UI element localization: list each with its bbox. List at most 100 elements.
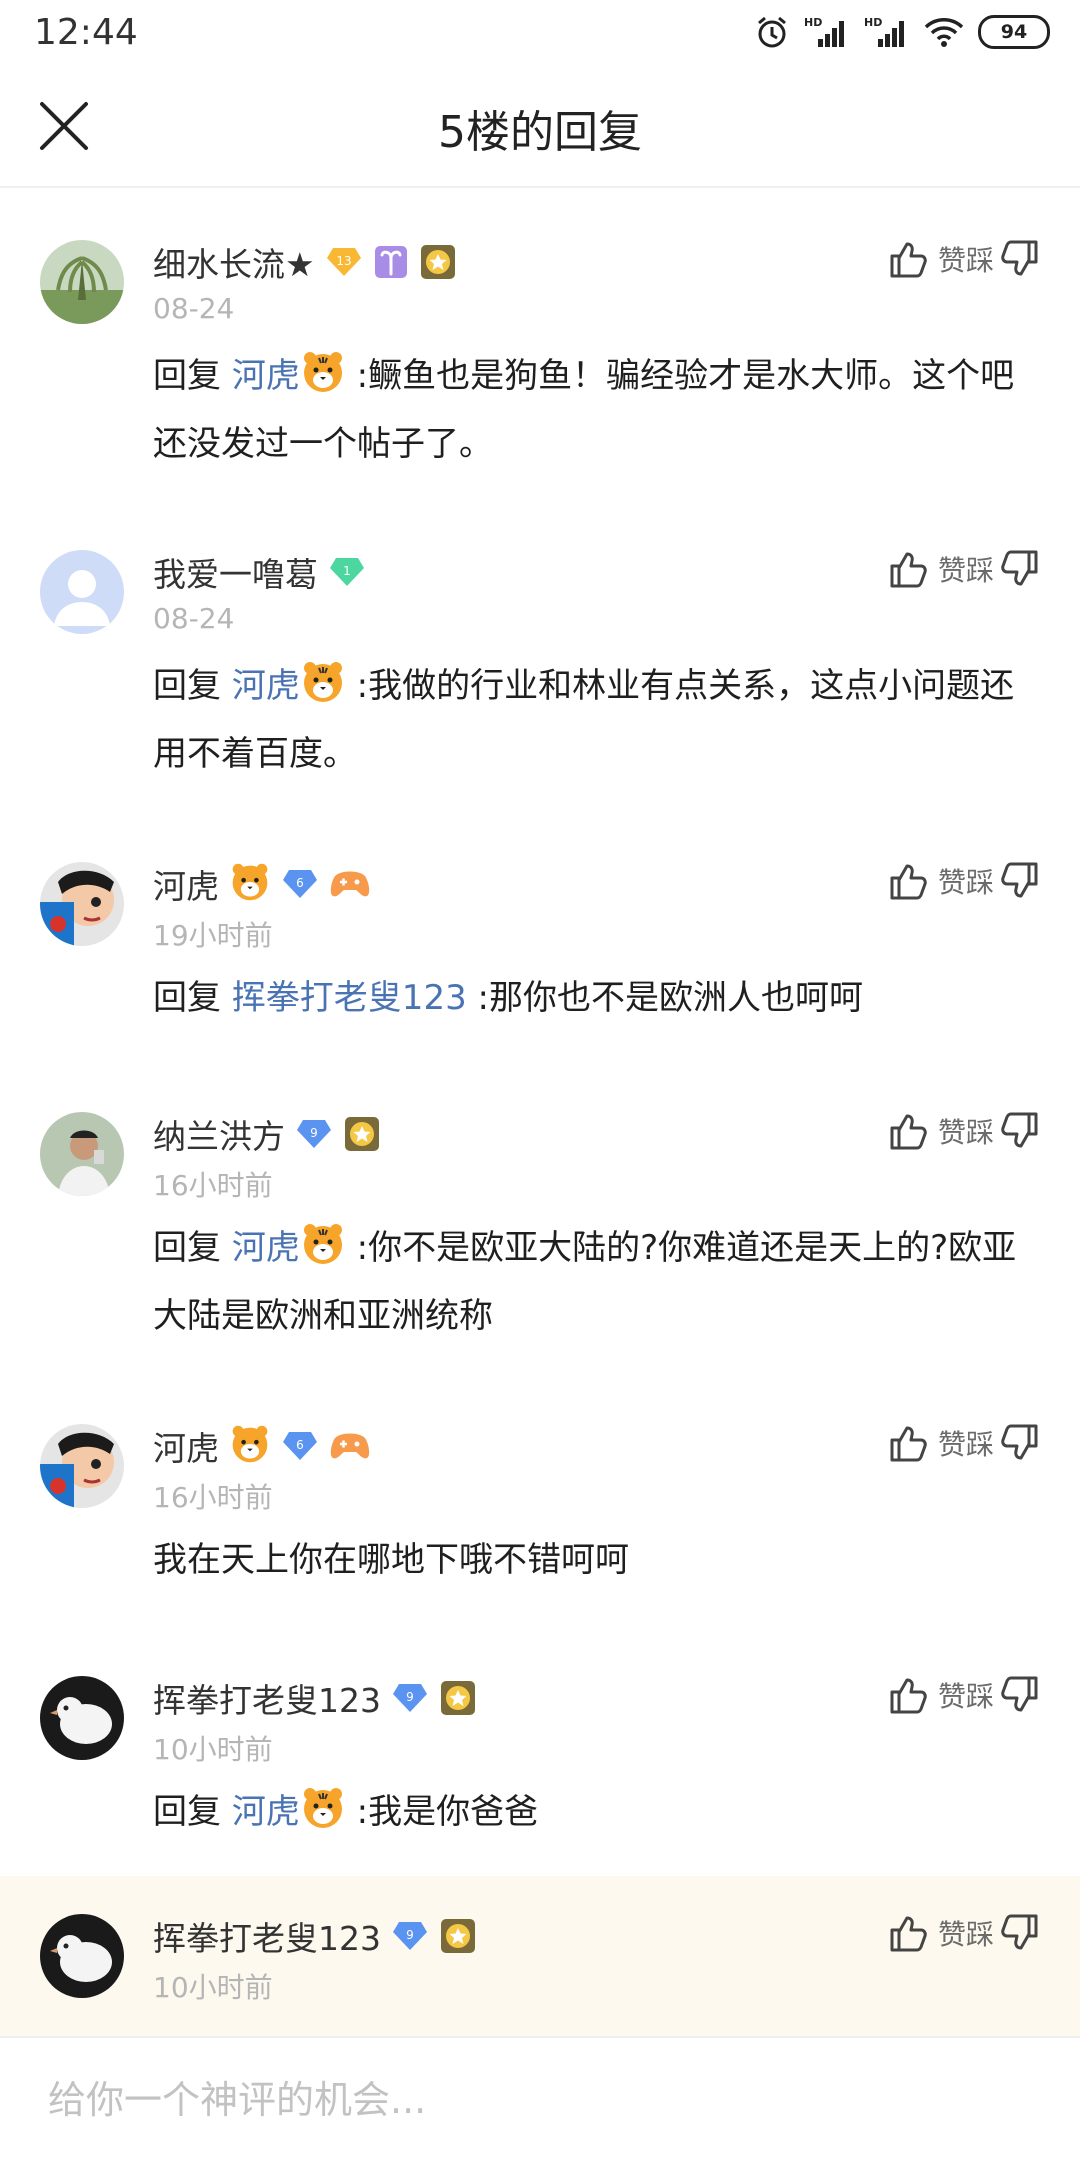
- tiger-emoji-icon: [229, 1423, 271, 1469]
- username[interactable]: 河虎: [153, 1422, 219, 1470]
- thumbs-down-icon[interactable]: [1000, 238, 1040, 280]
- mention-link[interactable]: 河虎: [232, 1228, 300, 1268]
- status-time: 12:44: [34, 12, 138, 53]
- vote-label: 赞踩: [937, 244, 994, 277]
- tiger-emoji-icon: [300, 1785, 346, 1850]
- thumbs-down-icon[interactable]: [1000, 1674, 1040, 1716]
- member-badge-icon: [439, 1917, 477, 1955]
- level-number: 9: [406, 1928, 414, 1942]
- level-number: 6: [296, 1438, 304, 1452]
- battery-indicator: 94: [978, 15, 1050, 49]
- vote-label: 赞踩: [937, 866, 994, 899]
- avatar[interactable]: [40, 1676, 124, 1760]
- member-badge-icon: [439, 1679, 477, 1717]
- username[interactable]: 挥拳打老叟123: [153, 1912, 381, 1960]
- reply-content: 回复 河虎 :鳜鱼也是狗鱼！骗经验才是水大师。这个吧还没发过一个帖子了。: [153, 346, 1033, 474]
- vote-label: 赞踩: [937, 1918, 994, 1951]
- reply-content: 回复 挥拳打老叟123 :那你也不是欧洲人也呵呵: [153, 968, 1033, 1028]
- member-badge-icon: [419, 243, 457, 281]
- level-badge: 6: [281, 868, 319, 900]
- level-badge: 1: [328, 556, 366, 588]
- level-badge: 9: [391, 1682, 429, 1714]
- username[interactable]: 纳兰洪方: [153, 1110, 285, 1158]
- thumbs-down-icon[interactable]: [1000, 860, 1040, 902]
- thumbs-up-icon[interactable]: [888, 860, 928, 902]
- thumbs-up-icon[interactable]: [888, 1422, 928, 1464]
- reply-item: 河虎 6 19小时前 赞踩 回复 挥拳打老叟123 :那你也不是欧洲人也呵呵: [0, 810, 1080, 1060]
- member-badge-icon: [343, 1115, 381, 1153]
- wifi-icon: [924, 16, 964, 48]
- username[interactable]: 挥拳打老叟123: [153, 1674, 381, 1722]
- reply-time: 08-24: [153, 292, 235, 325]
- vote-label: 赞踩: [937, 1428, 994, 1461]
- username[interactable]: 细水长流★: [153, 238, 315, 286]
- user-info: 我爱一噜葛 1: [153, 548, 366, 596]
- comment-input[interactable]: [46, 2064, 1040, 2136]
- level-number: 6: [296, 876, 304, 890]
- reply-time: 16小时前: [153, 1169, 273, 1202]
- reply-prefix: 回复: [153, 356, 232, 396]
- signal-1-icon: HD: [804, 15, 850, 49]
- vote-label: 赞踩: [937, 1680, 994, 1713]
- reply-content: 回复 河虎 :我是你爸爸: [153, 1782, 1033, 1850]
- reply-prefix: 回复: [153, 1792, 232, 1832]
- avatar[interactable]: [40, 1424, 124, 1508]
- thumbs-up-icon[interactable]: [888, 548, 928, 590]
- thumbs-up-icon[interactable]: [888, 1674, 928, 1716]
- game-controller-icon: [329, 1428, 371, 1464]
- status-icons: HD HD 94: [754, 14, 1050, 50]
- game-controller-icon: [329, 866, 371, 902]
- mention-link[interactable]: 河虎: [232, 666, 300, 706]
- reply-text: :我是你爸爸: [345, 1792, 539, 1832]
- vote-actions: 赞踩: [888, 1422, 1040, 1464]
- alarm-icon: [754, 14, 790, 50]
- vote-actions: 赞踩: [888, 238, 1040, 280]
- tiger-emoji-icon: [229, 861, 271, 907]
- level-badge: 9: [295, 1118, 333, 1150]
- thumbs-up-icon[interactable]: [888, 238, 928, 280]
- thumbs-up-icon[interactable]: [888, 1912, 928, 1954]
- avatar[interactable]: [40, 1914, 124, 1998]
- tiger-emoji-icon: [300, 349, 346, 414]
- level-number: 13: [336, 254, 351, 268]
- reply-content: 我在天上你在哪地下哦不错呵呵: [153, 1530, 1033, 1590]
- network-2-label: HD: [864, 16, 882, 29]
- user-info: 细水长流★ 13: [153, 238, 457, 286]
- vote-actions: 赞踩: [888, 1110, 1040, 1152]
- mention-link[interactable]: 挥拳打老叟123: [232, 978, 467, 1018]
- thumbs-down-icon[interactable]: [1000, 1110, 1040, 1152]
- level-badge: 13: [325, 246, 363, 278]
- reply-prefix: 回复: [153, 1228, 232, 1268]
- reply-time: 19小时前: [153, 919, 273, 952]
- comment-input-bar: [0, 2036, 1080, 2162]
- username[interactable]: 河虎: [153, 860, 219, 908]
- mention-link[interactable]: 河虎: [232, 1792, 300, 1832]
- reply-content: 回复 河虎 :我做的行业和林业有点关系，这点小问题还用不着百度。: [153, 656, 1033, 784]
- vote-actions: 赞踩: [888, 860, 1040, 902]
- avatar[interactable]: [40, 862, 124, 946]
- reply-item: 细水长流★ 13 08-24 赞踩 回复 河虎 :鳜鱼也是狗鱼！骗经验才是水大师…: [0, 188, 1080, 498]
- aries-icon: [373, 244, 409, 280]
- tiger-emoji-icon: [300, 1221, 346, 1286]
- page-title: 5楼的回复: [438, 107, 642, 158]
- avatar[interactable]: [40, 1112, 124, 1196]
- username[interactable]: 我爱一噜葛: [153, 548, 318, 596]
- vote-actions: 赞踩: [888, 1912, 1040, 1954]
- avatar[interactable]: [40, 550, 124, 634]
- level-number: 1: [343, 564, 351, 578]
- thumbs-down-icon[interactable]: [1000, 548, 1040, 590]
- vote-label: 赞踩: [937, 554, 994, 587]
- thumbs-down-icon[interactable]: [1000, 1422, 1040, 1464]
- mention-link[interactable]: 河虎: [232, 356, 300, 396]
- vote-label: 赞踩: [937, 1116, 994, 1149]
- reply-item: 挥拳打老叟123 9 10小时前 赞踩 回复 河虎 :我是你爸爸: [0, 1624, 1080, 1876]
- network-1-label: HD: [804, 16, 822, 29]
- avatar[interactable]: [40, 240, 124, 324]
- tiger-emoji-icon: [300, 659, 346, 724]
- thumbs-down-icon[interactable]: [1000, 1912, 1040, 1954]
- reply-text: :那你也不是欧洲人也呵呵: [466, 978, 863, 1018]
- reply-prefix: 回复: [153, 978, 232, 1018]
- reply-time: 08-24: [153, 602, 235, 635]
- thumbs-up-icon[interactable]: [888, 1110, 928, 1152]
- status-bar: 12:44 HD HD 94: [0, 0, 1080, 68]
